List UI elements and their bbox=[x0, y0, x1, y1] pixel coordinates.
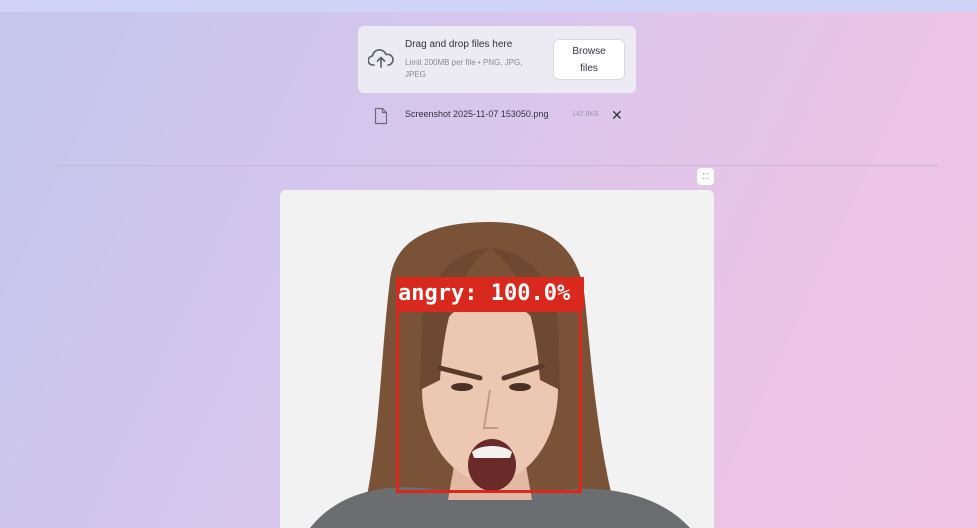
dropzone-label: Drag and drop files here bbox=[405, 39, 513, 50]
cloud-upload-icon bbox=[368, 49, 394, 68]
uploaded-file-row: Screenshot 2025-11-07 153050.png 142.8KB… bbox=[372, 106, 642, 126]
browse-button-label-line1: Browse bbox=[572, 46, 606, 57]
close-icon[interactable]: ✕ bbox=[611, 107, 623, 123]
dropzone-limit-text: Limit 200MB per file • PNG, JPG, JPEG bbox=[405, 58, 523, 79]
uploaded-file-name: Screenshot 2025-11-07 153050.png bbox=[405, 109, 549, 119]
top-header-strip bbox=[0, 0, 977, 12]
section-divider bbox=[56, 165, 938, 166]
browse-files-button[interactable]: Browse files bbox=[553, 39, 625, 80]
file-icon bbox=[374, 107, 388, 125]
file-dropzone[interactable]: Drag and drop files here Limit 200MB per… bbox=[358, 26, 636, 93]
browse-button-label-line2: files bbox=[580, 63, 598, 74]
uploaded-file-size: 142.8KB bbox=[572, 111, 599, 118]
detection-label: angry: 100.0% bbox=[396, 277, 584, 310]
detection-result-image: angry: 100.0% bbox=[280, 190, 714, 528]
face-bounding-box bbox=[396, 309, 582, 493]
fullscreen-icon[interactable]: ⛶ bbox=[697, 168, 714, 185]
